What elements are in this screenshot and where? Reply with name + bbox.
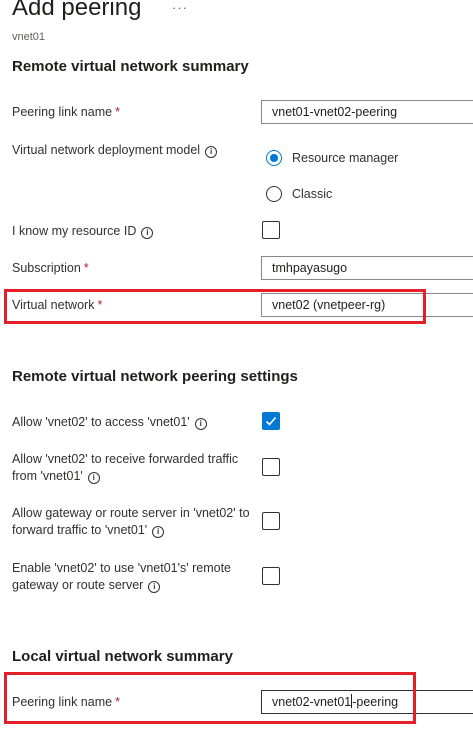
remote-peering-link-name-input[interactable]: vnet01-vnet02-peering [261, 100, 473, 124]
info-icon[interactable]: i [87, 472, 100, 484]
deployment-model-label: Virtual network deployment model i [12, 142, 218, 159]
info-icon[interactable]: i [205, 146, 218, 158]
page-subtitle: vnet01 [12, 31, 46, 43]
gateway-forward-checkbox[interactable] [262, 512, 280, 530]
remote-gateway-label: Enable 'vnet02' to use 'vnet01's' remote… [12, 561, 232, 593]
red-highlight-box [4, 289, 426, 324]
section-heading-local-summary: Local virtual network summary [12, 648, 233, 665]
know-resource-id-label: I know my resource ID i [12, 223, 154, 240]
subscription-dropdown[interactable]: tmhpayasugo [261, 256, 473, 280]
radio-resource-manager[interactable] [266, 150, 282, 166]
radio-classic-label: Classic [292, 187, 333, 201]
info-icon[interactable]: i [141, 227, 154, 239]
required-marker: * [115, 105, 120, 119]
info-icon[interactable]: i [152, 526, 165, 538]
info-icon[interactable]: i [148, 581, 161, 593]
peering-link-name-label: Peering link name * [12, 105, 120, 119]
page-title: Add peering [12, 0, 142, 21]
allow-access-checkbox[interactable] [262, 412, 280, 430]
know-resource-id-checkbox[interactable] [262, 221, 280, 239]
more-icon[interactable]: ··· [172, 0, 188, 15]
gateway-forward-label: Allow gateway or route server in 'vnet02… [12, 506, 250, 538]
remote-gateway-checkbox[interactable] [262, 567, 280, 585]
checkmark-icon [265, 416, 277, 426]
radio-classic[interactable] [266, 186, 282, 202]
subscription-label: Subscription * [12, 261, 89, 275]
allow-access-label: Allow 'vnet02' to access 'vnet01' i [12, 414, 207, 431]
section-heading-remote-settings: Remote virtual network peering settings [12, 368, 298, 385]
receive-forwarded-label: Allow 'vnet02' to receive forwarded traf… [12, 452, 239, 484]
section-heading-remote-summary: Remote virtual network summary [12, 58, 249, 75]
radio-resource-manager-label: Resource manager [292, 151, 399, 165]
red-highlight-box [4, 672, 416, 724]
info-icon[interactable]: i [194, 418, 207, 430]
receive-forwarded-checkbox[interactable] [262, 458, 280, 476]
required-marker: * [83, 261, 89, 275]
